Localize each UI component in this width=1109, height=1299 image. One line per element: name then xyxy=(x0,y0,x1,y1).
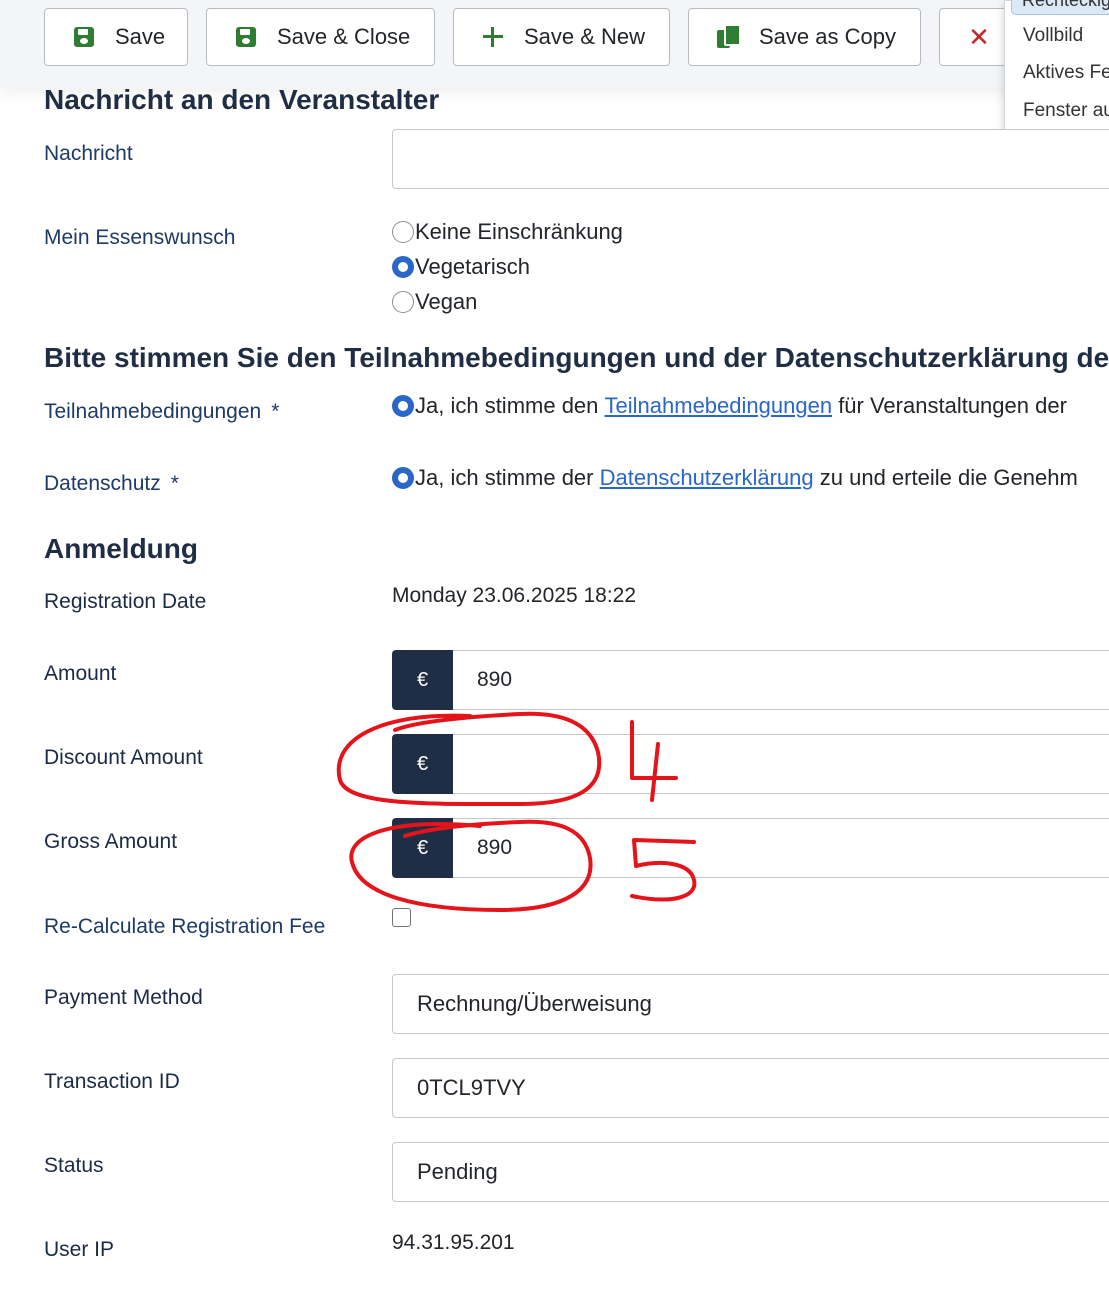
privacy-label: Datenschutz * xyxy=(44,472,179,496)
food-option-vegan-label: Vegan xyxy=(415,289,478,314)
toolbar: Save Save & Close Save & New Save as Cop… xyxy=(0,0,1109,88)
food-option-vegetarian[interactable]: Vegetarisch xyxy=(392,254,530,280)
context-menu-item-rechteckig[interactable]: Rechteckig xyxy=(1011,0,1109,15)
context-menu-item-vollbild[interactable]: Vollbild xyxy=(1023,25,1083,47)
discount-input-group: € xyxy=(392,734,1109,794)
food-option-vegetarian-label: Vegetarisch xyxy=(415,254,530,279)
save-new-button[interactable]: Save & New xyxy=(453,8,670,66)
food-option-none[interactable]: Keine Einschränkung xyxy=(392,219,623,245)
payment-method-label: Payment Method xyxy=(44,986,203,1009)
radio-checked-icon xyxy=(392,467,414,489)
terms-consent-option[interactable]: Ja, ich stimme den Teilnahmebedingungen … xyxy=(392,393,1067,419)
food-option-none-label: Keine Einschränkung xyxy=(415,219,623,244)
privacy-consent-post: zu und erteile die Genehm xyxy=(819,465,1078,490)
copy-icon xyxy=(715,24,741,50)
required-mark: * xyxy=(271,400,280,423)
gross-amount-label: Gross Amount xyxy=(44,830,178,853)
save-copy-button-label: Save as Copy xyxy=(759,24,896,49)
floppy-disk-icon xyxy=(71,24,97,50)
save-close-button[interactable]: Save & Close xyxy=(206,8,435,66)
section-title-message: Nachricht an den Veranstalter xyxy=(44,84,440,115)
section-title-consent: Bitte stimmen Sie den Teilnahmebedingung… xyxy=(44,342,1109,373)
terms-label-text: Teilnahmebedingungen xyxy=(44,400,262,423)
terms-link[interactable]: Teilnahmebedingungen xyxy=(605,393,833,419)
plus-icon xyxy=(480,24,506,50)
terms-label: Teilnahmebedingungen * xyxy=(44,400,279,424)
save-new-button-label: Save & New xyxy=(524,24,646,49)
amount-label: Amount xyxy=(44,662,117,685)
food-label: Mein Essenswunsch xyxy=(44,226,236,249)
euro-icon: € xyxy=(392,818,453,878)
payment-method-select[interactable]: Rechnung/Überweisung xyxy=(392,974,1109,1034)
privacy-consent-pre: Ja, ich stimme der xyxy=(415,465,594,490)
save-button-label: Save xyxy=(115,24,166,49)
radio-unchecked-icon xyxy=(392,221,414,243)
status-select[interactable]: Pending xyxy=(392,1142,1109,1202)
transaction-id-label: Transaction ID xyxy=(44,1070,180,1093)
amount-input-group: € 890 xyxy=(392,650,1109,710)
radio-checked-icon xyxy=(392,395,414,417)
amount-input[interactable]: 890 xyxy=(453,650,1109,710)
context-menu-item-fenster-auswahl[interactable]: Fenster au xyxy=(1023,100,1109,122)
gross-input-group: € 890 xyxy=(392,818,1109,878)
user-ip-value: 94.31.95.201 xyxy=(392,1231,515,1254)
privacy-consent-option[interactable]: Ja, ich stimme der Datenschutzerklärung … xyxy=(392,465,1078,491)
privacy-label-text: Datenschutz xyxy=(44,472,161,495)
save-button[interactable]: Save xyxy=(44,8,188,66)
registration-date-value: Monday 23.06.2025 18:22 xyxy=(392,584,637,607)
close-icon: ✕ xyxy=(968,22,990,52)
message-textarea[interactable] xyxy=(392,129,1109,189)
terms-consent-post: für Veranstaltungen der xyxy=(838,393,1067,418)
context-menu: Rechteckig Vollbild Aktives Fe Fenster a… xyxy=(1004,0,1109,136)
save-copy-button[interactable]: Save as Copy xyxy=(688,8,921,66)
euro-icon: € xyxy=(392,650,453,710)
terms-consent-pre: Ja, ich stimme den xyxy=(415,393,599,418)
radio-checked-icon xyxy=(392,256,414,278)
food-option-vegan[interactable]: Vegan xyxy=(392,289,477,315)
floppy-disk-icon xyxy=(233,24,259,50)
privacy-link[interactable]: Datenschutzerklärung xyxy=(600,465,814,491)
save-close-button-label: Save & Close xyxy=(277,24,411,49)
context-menu-item-aktives-fenster[interactable]: Aktives Fe xyxy=(1023,62,1109,84)
required-mark: * xyxy=(170,472,179,495)
transaction-id-input[interactable]: 0TCL9TVY xyxy=(392,1058,1109,1118)
user-ip-label: User IP xyxy=(44,1238,115,1261)
euro-icon: € xyxy=(392,734,453,794)
radio-unchecked-icon xyxy=(392,291,414,313)
section-title-registration: Anmeldung xyxy=(44,533,198,564)
gross-amount-input[interactable]: 890 xyxy=(453,818,1109,878)
discount-amount-input[interactable] xyxy=(453,734,1109,794)
discount-amount-label: Discount Amount xyxy=(44,746,203,769)
message-label: Nachricht xyxy=(44,142,133,165)
recalculate-fee-label: Re-Calculate Registration Fee xyxy=(44,915,326,938)
registration-date-label: Registration Date xyxy=(44,590,207,613)
recalculate-fee-checkbox[interactable] xyxy=(392,908,411,927)
status-label: Status xyxy=(44,1154,104,1177)
